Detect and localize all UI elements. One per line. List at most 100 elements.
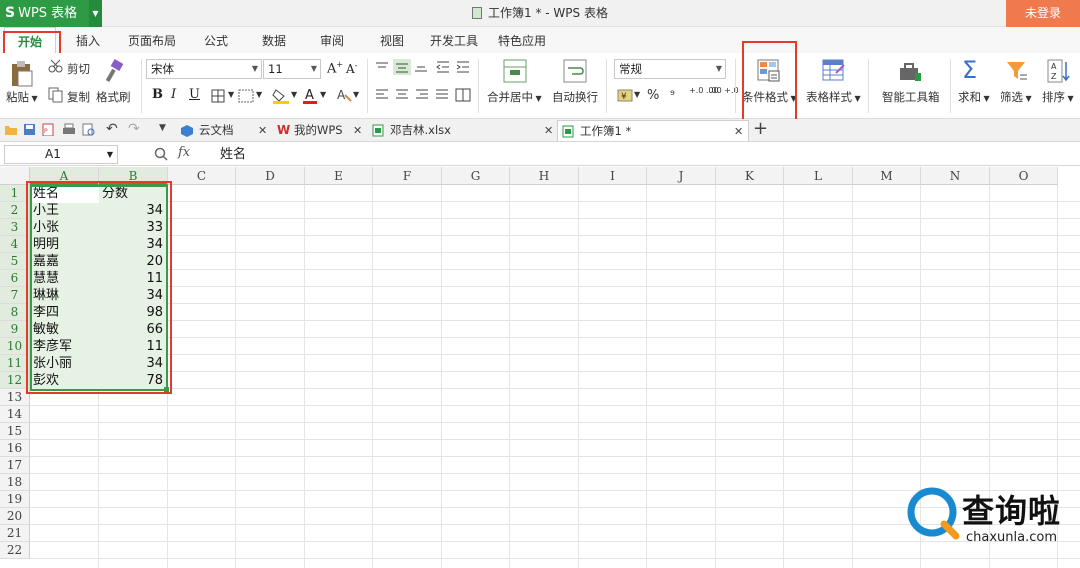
align-right-icon[interactable] (415, 89, 429, 101)
column-header-h[interactable]: H (510, 167, 579, 185)
increase-font-icon[interactable]: A+ (327, 60, 343, 76)
column-header-e[interactable]: E (305, 167, 373, 185)
row-header-17[interactable]: 17 (0, 457, 30, 474)
chevron-down-icon[interactable]: ▼ (320, 90, 326, 99)
row-header-21[interactable]: 21 (0, 525, 30, 542)
insert-function-button[interactable]: fx (178, 145, 190, 160)
column-header-o[interactable]: O (990, 167, 1058, 185)
table-style-icon[interactable] (822, 59, 846, 83)
number-format-select[interactable]: 常规 ▼ (614, 59, 726, 79)
increase-indent-icon[interactable] (456, 61, 470, 73)
scissors-icon[interactable] (48, 59, 64, 73)
decrease-decimal-button[interactable]: .00 +.0 (709, 86, 739, 95)
new-tab-button[interactable]: + (753, 118, 768, 139)
close-icon[interactable]: ✕ (353, 120, 362, 141)
tab-insert[interactable]: 插入 (68, 27, 108, 53)
sum-button[interactable]: 求和 ▼ (958, 89, 990, 105)
border-icon[interactable] (211, 89, 225, 103)
name-box[interactable]: A1 ▼ (4, 145, 118, 164)
cut-button[interactable]: 剪切 (67, 61, 90, 77)
font-name-select[interactable]: 宋体 ▼ (146, 59, 262, 79)
format-painter-icon[interactable] (104, 59, 126, 85)
column-header-c[interactable]: C (168, 167, 236, 185)
column-header-g[interactable]: G (442, 167, 510, 185)
customize-toolbar-icon[interactable]: ▼ (159, 123, 166, 133)
close-icon[interactable]: ✕ (734, 121, 743, 142)
zoom-search-icon[interactable] (154, 147, 168, 161)
align-bottom-icon[interactable] (414, 61, 428, 73)
doc-tab-mywps[interactable]: W 我的WPS ✕ (275, 120, 367, 141)
sort-icon[interactable]: AZ (1047, 59, 1071, 83)
justify-icon[interactable] (435, 89, 449, 101)
column-header-m[interactable]: M (853, 167, 921, 185)
close-icon[interactable]: ✕ (258, 120, 267, 141)
doc-tab-cloud[interactable]: 云文档 ✕ (178, 120, 274, 141)
tab-data[interactable]: 数据 (254, 27, 294, 53)
tab-developer[interactable]: 开发工具 (426, 27, 482, 53)
tab-formulas[interactable]: 公式 (196, 27, 236, 53)
column-header-l[interactable]: L (784, 167, 853, 185)
redo-icon[interactable]: ↷ (128, 121, 140, 137)
sum-icon[interactable]: Σ (962, 56, 977, 84)
row-header-20[interactable]: 20 (0, 508, 30, 525)
tab-page-layout[interactable]: 页面布局 (122, 27, 182, 53)
sort-button[interactable]: 排序 ▼ (1042, 89, 1074, 105)
comma-style-button[interactable]: ⁹ (670, 88, 675, 102)
wrap-text-button[interactable]: 自动换行 (552, 89, 598, 105)
row-header-14[interactable]: 14 (0, 406, 30, 423)
merge-center-button[interactable]: 合并居中 ▼ (487, 89, 542, 105)
column-header-k[interactable]: K (716, 167, 784, 185)
decrease-font-icon[interactable]: A- (346, 61, 357, 76)
chevron-down-icon[interactable]: ▼ (291, 90, 297, 99)
align-left-icon[interactable] (375, 89, 389, 101)
fill-color-icon[interactable] (272, 87, 290, 105)
doc-tab-xlsx[interactable]: 邓吉林.xlsx ✕ (368, 120, 558, 141)
formula-input[interactable]: 姓名 (220, 143, 246, 166)
align-top-icon[interactable] (375, 61, 389, 73)
undo-icon[interactable]: ↶ (106, 121, 118, 137)
distribute-icon[interactable] (455, 88, 471, 102)
currency-icon[interactable]: ¥ (617, 87, 633, 103)
align-middle-icon[interactable] (393, 59, 411, 75)
column-header-n[interactable]: N (921, 167, 990, 185)
save-icon[interactable] (23, 123, 36, 136)
row-header-16[interactable]: 16 (0, 440, 30, 457)
row-header-22[interactable]: 22 (0, 542, 30, 559)
chevron-down-icon[interactable]: ▼ (228, 90, 234, 99)
increase-decimal-button[interactable]: +.0 .00 (689, 86, 719, 95)
export-pdf-icon[interactable]: P (42, 123, 56, 136)
chevron-down-icon[interactable]: ▼ (353, 90, 359, 99)
tab-review[interactable]: 审阅 (312, 27, 352, 53)
italic-button[interactable]: I (171, 87, 176, 102)
open-folder-icon[interactable] (4, 123, 18, 136)
doc-tab-workbook1[interactable]: 工作簿1 * ✕ (557, 120, 749, 141)
column-header-j[interactable]: J (647, 167, 716, 185)
table-style-button[interactable]: 表格样式 ▼ (806, 89, 861, 105)
filter-button[interactable]: 筛选 ▼ (1000, 89, 1032, 105)
percent-button[interactable]: % (647, 88, 659, 103)
paste-icon[interactable] (8, 59, 36, 89)
underline-button[interactable]: U (189, 87, 200, 102)
close-icon[interactable]: ✕ (544, 120, 553, 141)
format-painter-button[interactable]: 格式刷 (96, 89, 131, 105)
cell-style-icon[interactable] (238, 89, 254, 103)
align-center-icon[interactable] (395, 89, 409, 101)
wrap-text-icon[interactable] (563, 59, 587, 83)
paste-button[interactable]: 粘贴 ▼ (6, 89, 38, 105)
row-header-19[interactable]: 19 (0, 491, 30, 508)
column-header-i[interactable]: I (579, 167, 647, 185)
print-icon[interactable] (62, 123, 76, 136)
smart-toolbox-button[interactable]: 智能工具箱 (882, 89, 940, 105)
copy-icon[interactable] (48, 87, 64, 103)
chevron-down-icon[interactable]: ▼ (256, 90, 262, 99)
font-size-select[interactable]: 11 ▼ (263, 59, 321, 79)
copy-button[interactable]: 复制 (67, 89, 90, 105)
tab-special[interactable]: 特色应用 (494, 27, 550, 53)
login-button[interactable]: 未登录 (1006, 0, 1080, 27)
tab-view[interactable]: 视图 (372, 27, 412, 53)
row-header-15[interactable]: 15 (0, 423, 30, 440)
toolbox-icon[interactable] (898, 61, 922, 83)
column-header-f[interactable]: F (373, 167, 442, 185)
clear-format-icon[interactable]: A (336, 87, 352, 103)
row-header-18[interactable]: 18 (0, 474, 30, 491)
